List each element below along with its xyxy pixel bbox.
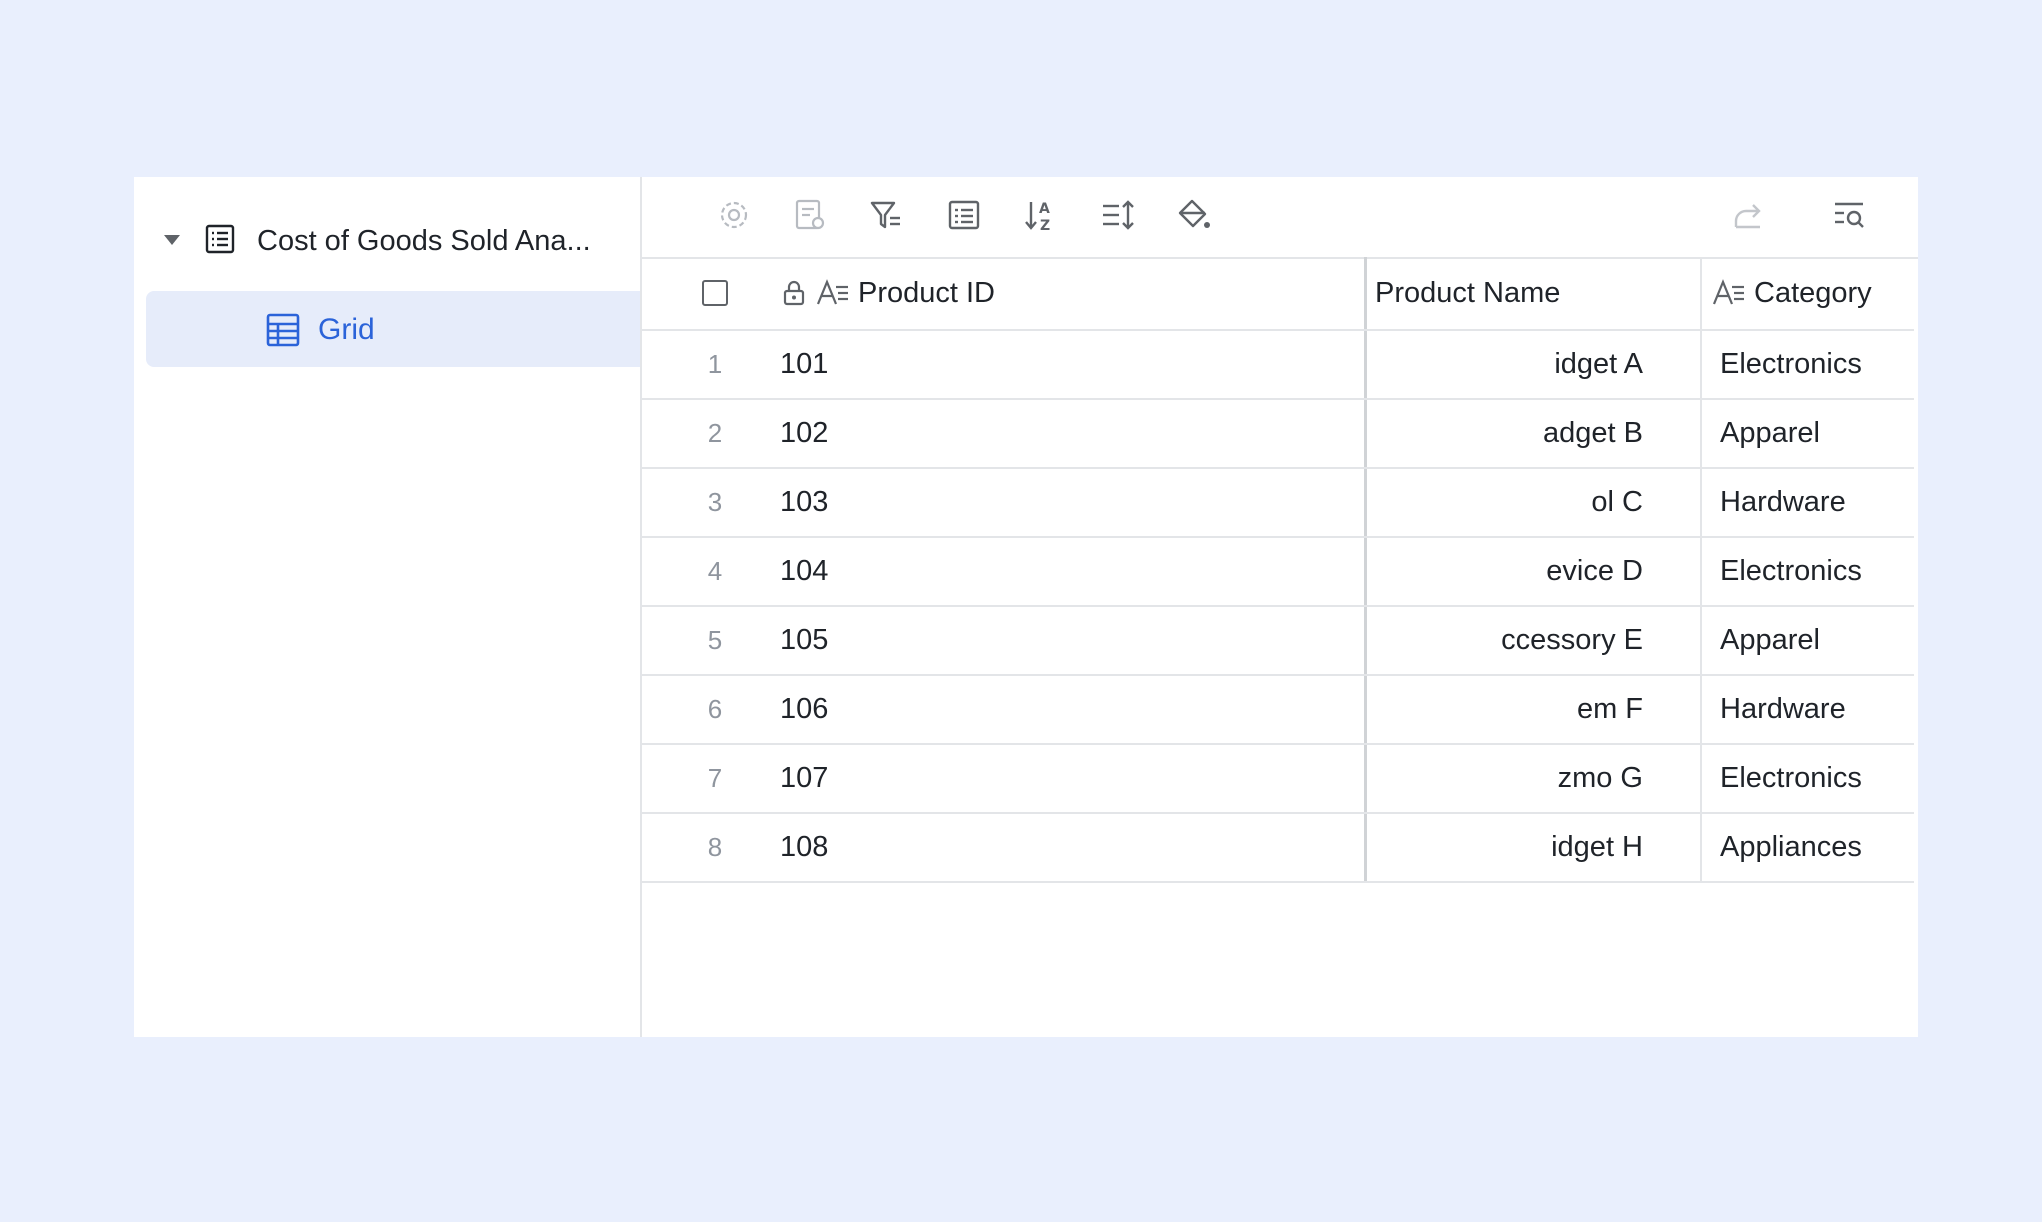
column-label: Category xyxy=(1754,276,1872,309)
cell-product-id[interactable]: 107 xyxy=(780,745,1350,812)
column-header-product-id[interactable]: Product ID xyxy=(780,257,1350,329)
product-name-text: adget B xyxy=(1543,417,1643,449)
cell-category[interactable]: Electronics xyxy=(1700,538,1914,605)
cell-category[interactable]: Hardware xyxy=(1700,676,1914,743)
cell-product-id[interactable]: 105 xyxy=(780,607,1350,674)
cell-product-id[interactable]: 103 xyxy=(780,469,1350,536)
data-grid: Product ID Product Name Category 1 101 i… xyxy=(642,257,1914,883)
cell-product-id[interactable]: 106 xyxy=(780,676,1350,743)
column-label: Product ID xyxy=(858,276,995,309)
row-number: 3 xyxy=(707,487,723,517)
select-all-checkbox[interactable] xyxy=(702,280,728,306)
lock-icon xyxy=(780,279,808,307)
search-icon[interactable] xyxy=(1832,197,1868,233)
text-type-icon xyxy=(816,279,850,307)
cell-product-name[interactable]: em F xyxy=(1364,676,1703,743)
cell-product-name[interactable]: adget B xyxy=(1364,400,1703,467)
grid-main: AZ Product ID Product Name Category 1 10… xyxy=(642,177,1918,1037)
row-number: 4 xyxy=(707,556,723,586)
cell-category[interactable]: Apparel xyxy=(1700,400,1914,467)
row-number: 7 xyxy=(707,763,723,793)
row-number: 5 xyxy=(707,625,723,655)
cell-product-id[interactable]: 102 xyxy=(780,400,1350,467)
cell-product-name[interactable]: idget A xyxy=(1364,331,1703,398)
table-row[interactable]: 6 106 em F Hardware xyxy=(642,676,1914,745)
view-label: Grid xyxy=(318,313,375,346)
cell-category[interactable]: Hardware xyxy=(1700,469,1914,536)
settings-icon[interactable] xyxy=(716,197,752,233)
group-icon[interactable] xyxy=(946,197,982,233)
sidebar-item-grid-view[interactable]: Grid xyxy=(146,291,640,367)
cell-product-id[interactable]: 104 xyxy=(780,538,1350,605)
table-row[interactable]: 8 108 idget H Appliances xyxy=(642,814,1914,883)
row-number: 8 xyxy=(707,832,723,862)
column-label: Product Name xyxy=(1375,276,1561,309)
cell-product-name[interactable]: ccessory E xyxy=(1364,607,1703,674)
cell-product-id[interactable]: 101 xyxy=(780,331,1350,398)
product-name-text: zmo G xyxy=(1557,762,1643,794)
filter-icon[interactable] xyxy=(868,197,904,233)
product-name-text: evice D xyxy=(1546,555,1643,587)
sort-icon[interactable]: AZ xyxy=(1022,197,1058,234)
table-title: Cost of Goods Sold Ana... xyxy=(257,225,591,257)
text-type-icon xyxy=(1712,279,1746,307)
product-name-text: idget A xyxy=(1554,348,1643,380)
app-window: Cost of Goods Sold Ana... Grid A Z Produ… xyxy=(134,177,1918,1037)
cell-product-name[interactable]: idget H xyxy=(1364,814,1703,881)
select-all-cell[interactable] xyxy=(642,257,788,329)
row-number: 6 xyxy=(707,694,723,724)
field-settings-icon[interactable] xyxy=(792,197,828,233)
svg-text:A: A xyxy=(1039,201,1050,217)
table-tree-item[interactable]: Cost of Goods Sold Ana... xyxy=(134,217,640,263)
table-row[interactable]: 7 107 zmo G Electronics xyxy=(642,745,1914,814)
fill-color-icon[interactable] xyxy=(1176,197,1212,233)
cell-category[interactable]: Electronics xyxy=(1700,331,1914,398)
table-doc-icon xyxy=(204,223,236,255)
column-header-product-name[interactable]: Product Name xyxy=(1364,257,1703,329)
svg-text:Z: Z xyxy=(1040,218,1050,233)
table-row[interactable]: 4 104 evice D Electronics xyxy=(642,538,1914,607)
grid-view-icon xyxy=(266,313,300,347)
cell-category[interactable]: Apparel xyxy=(1700,607,1914,674)
cell-category[interactable]: Appliances xyxy=(1700,814,1914,881)
cell-product-name[interactable]: ol C xyxy=(1364,469,1703,536)
column-header-category[interactable]: Category xyxy=(1700,257,1914,329)
row-number: 2 xyxy=(707,418,723,448)
table-row[interactable]: 1 101 idget A Electronics xyxy=(642,331,1914,400)
product-name-text: ccessory E xyxy=(1501,624,1643,656)
row-number: 1 xyxy=(707,349,723,379)
table-row[interactable]: 3 103 ol C Hardware xyxy=(642,469,1914,538)
row-height-icon[interactable] xyxy=(1100,197,1136,233)
cell-product-name[interactable]: evice D xyxy=(1364,538,1703,605)
product-name-text: ol C xyxy=(1591,486,1643,518)
cell-category[interactable]: Electronics xyxy=(1700,745,1914,812)
table-row[interactable]: 2 102 adget B Apparel xyxy=(642,400,1914,469)
caret-down-icon[interactable] xyxy=(164,235,180,245)
product-name-text: idget H xyxy=(1551,831,1643,863)
share-icon[interactable] xyxy=(1730,197,1766,233)
cell-product-id[interactable]: 108 xyxy=(780,814,1350,881)
header-row: Product ID Product Name Category xyxy=(642,257,1914,331)
cell-product-name[interactable]: zmo G xyxy=(1364,745,1703,812)
table-row[interactable]: 5 105 ccessory E Apparel xyxy=(642,607,1914,676)
product-name-text: em F xyxy=(1576,693,1643,725)
toolbar: AZ xyxy=(642,177,1918,259)
sidebar: Cost of Goods Sold Ana... Grid xyxy=(134,177,642,1037)
